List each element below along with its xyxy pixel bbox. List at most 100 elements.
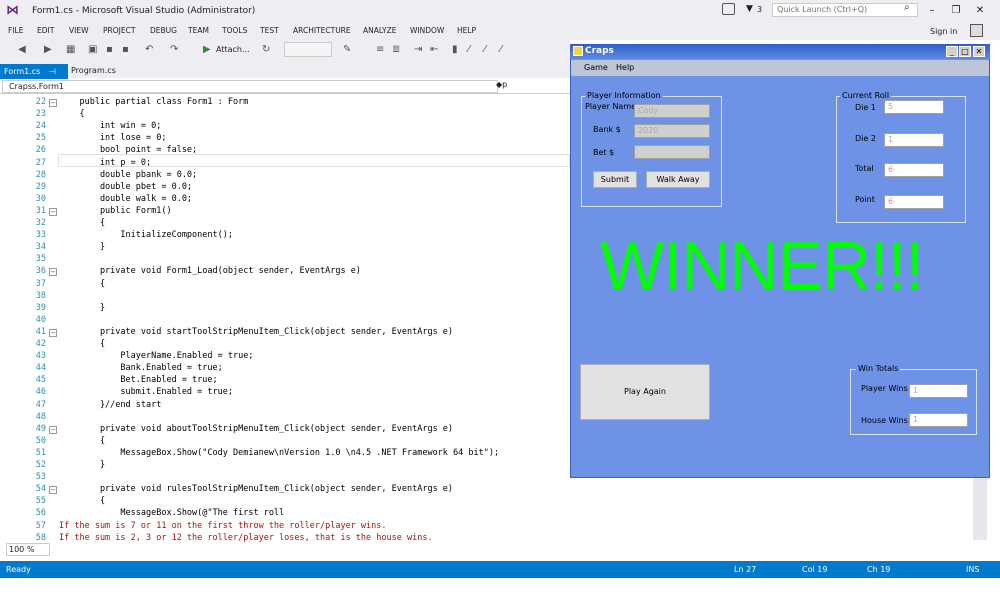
indent-icon[interactable]: ⇥ — [414, 44, 422, 55]
menu-analyze[interactable]: ANALYZE — [363, 26, 397, 35]
code-line: public Form1() — [59, 205, 172, 216]
code-line: } — [59, 302, 106, 313]
code-line: If the sum is 7 or 11 on the first throw… — [59, 520, 387, 531]
line-number: 35 — [35, 254, 46, 265]
menu-window[interactable]: WINDOW — [410, 26, 444, 35]
submit-button[interactable]: Submit — [593, 171, 637, 188]
quick-launch-input[interactable]: Quick Launch (Ctrl+Q) — [772, 3, 918, 17]
collapse-region-icon[interactable]: − — [49, 99, 57, 107]
menu-test[interactable]: TEST — [260, 26, 279, 35]
restore-button[interactable]: ❐ — [948, 4, 964, 18]
menu-file[interactable]: FILE — [8, 26, 23, 35]
menu-team[interactable]: TEAM — [188, 26, 209, 35]
new-project-icon[interactable]: ▦ — [66, 44, 75, 55]
back-icon[interactable]: ◀ — [18, 44, 26, 55]
minimize-button[interactable]: – — [924, 4, 940, 18]
notifications-icon[interactable] — [722, 3, 735, 15]
player-wins-field[interactable]: 1 — [909, 384, 968, 398]
outdent-icon[interactable]: ⇤ — [430, 44, 438, 55]
save-all-icon[interactable]: ▪ — [122, 44, 129, 55]
tab-form1-cs[interactable]: Form1.cs ⊣ ✕ — [0, 64, 68, 91]
craps-minimize-button[interactable]: _ — [946, 46, 958, 57]
menu-view[interactable]: VIEW — [69, 26, 89, 35]
house-wins-field[interactable]: 1 — [909, 413, 968, 427]
line-number: 50 — [35, 435, 46, 446]
vertical-scrollbar[interactable] — [973, 478, 987, 540]
menu-edit[interactable]: EDIT — [37, 26, 54, 35]
point-label: Point — [855, 195, 875, 204]
bookmark-icon[interactable]: ▮ — [452, 44, 458, 55]
next-bookmark-icon[interactable]: ⁄ — [500, 44, 502, 55]
menu-project[interactable]: PROJECT — [103, 26, 135, 35]
line-number: 44 — [35, 363, 46, 374]
member-dropdown[interactable]: ◆p — [496, 80, 507, 89]
bank-field[interactable]: 2020 — [634, 124, 710, 138]
craps-maximize-button[interactable]: □ — [959, 46, 971, 57]
line-number: 57 — [35, 520, 46, 531]
configuration-dropdown[interactable] — [284, 42, 332, 57]
refresh-icon[interactable]: ↻ — [262, 44, 270, 55]
menu-debug[interactable]: DEBUG — [150, 26, 177, 35]
close-button[interactable]: ✕ — [972, 4, 988, 18]
line-number: 39 — [35, 302, 46, 313]
die1-field[interactable]: 5 — [884, 100, 944, 114]
search-icon[interactable]: ⌕ — [904, 2, 910, 13]
window-title: Form1.cs - Microsoft Visual Studio (Admi… — [32, 6, 256, 16]
line-number: 29 — [35, 181, 46, 192]
total-field[interactable]: 6 — [884, 163, 944, 177]
collapse-region-icon[interactable]: − — [49, 207, 57, 216]
code-line: { — [59, 278, 106, 289]
collapse-region-icon[interactable]: − — [49, 268, 57, 277]
point-field[interactable]: 6 — [884, 195, 944, 209]
notification-count: 3 — [757, 5, 763, 14]
uncomment-icon[interactable]: ⁄ — [484, 44, 486, 55]
line-number: 23 — [35, 109, 46, 120]
code-line: }//end start — [59, 399, 162, 410]
code-line: double pbet = 0.0; — [59, 181, 193, 192]
feedback-flag-icon[interactable]: ▼ — [746, 4, 753, 14]
app-icon — [573, 46, 583, 56]
line-number: 49 — [35, 423, 46, 434]
find-icon[interactable]: ✎ — [343, 44, 351, 55]
forward-icon[interactable]: ▶ — [44, 44, 52, 55]
zoom-dropdown[interactable]: 100 % — [6, 543, 50, 556]
craps-close-button[interactable]: ✕ — [973, 46, 985, 57]
total-label: Total — [855, 164, 874, 173]
undo-icon[interactable]: ↶ — [145, 44, 153, 55]
attach-button[interactable]: Attach... — [216, 45, 250, 54]
redo-icon[interactable]: ↷ — [170, 44, 178, 55]
code-line: private void rulesToolStripMenuItem_Clic… — [59, 484, 454, 495]
die2-field[interactable]: 1 — [884, 133, 944, 147]
start-debug-icon[interactable]: ▶ — [203, 44, 211, 55]
menu-help[interactable]: HELP — [457, 26, 476, 35]
collapse-region-icon[interactable]: − — [49, 486, 57, 495]
status-char: Ch 19 — [867, 565, 891, 574]
code-line: submit.Enabled = true; — [59, 387, 233, 398]
sign-in-link[interactable]: Sign in — [930, 27, 957, 36]
format-icon[interactable]: ≣ — [392, 44, 400, 55]
current-roll-group-label: Current Roll — [840, 91, 892, 100]
collapse-region-icon[interactable]: − — [49, 425, 57, 434]
tab-program-cs[interactable]: Program.cs — [71, 66, 116, 75]
pin-icon[interactable]: ⊣ — [49, 67, 56, 76]
walk-away-button[interactable]: Walk Away — [646, 171, 710, 188]
save-icon[interactable]: ▪ — [106, 44, 113, 55]
winner-banner: WINNER!!! — [600, 228, 924, 304]
align-icon[interactable]: ≡ — [376, 44, 384, 55]
account-icon[interactable] — [970, 24, 983, 37]
menu-game[interactable]: Game — [584, 63, 608, 72]
comment-icon[interactable]: ⁄ — [468, 44, 470, 55]
bet-field[interactable] — [634, 145, 710, 159]
play-again-button[interactable]: Play Again — [580, 364, 710, 420]
code-line: MessageBox.Show("Cody Demianew\nVersion … — [59, 447, 500, 458]
menu-architecture[interactable]: ARCHITECTURE — [293, 26, 351, 35]
code-line: Bank.Enabled = true; — [59, 363, 223, 374]
player-name-field[interactable]: Cody — [634, 104, 710, 118]
editor-lower-right — [570, 478, 986, 540]
class-dropdown[interactable]: Crapss.Form1 — [2, 80, 498, 93]
menu-tools[interactable]: TOOLS — [222, 26, 247, 35]
collapse-region-icon[interactable]: − — [49, 328, 57, 337]
house-wins-label: House Wins — [861, 416, 908, 425]
menu-help-craps[interactable]: Help — [616, 63, 634, 72]
open-file-icon[interactable]: ▣ — [88, 44, 97, 55]
